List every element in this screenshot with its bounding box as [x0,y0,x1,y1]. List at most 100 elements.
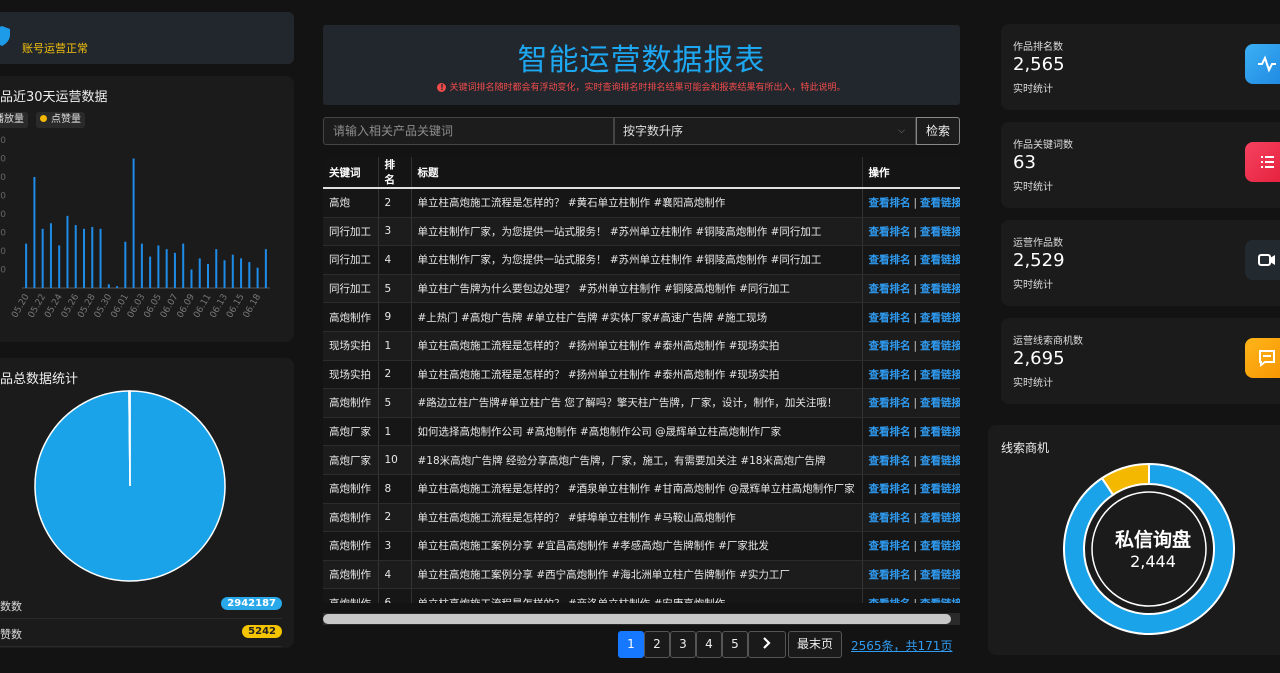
donut-center-title: 私信询盘 [1114,529,1191,551]
view-link-link[interactable]: 查看链接 [920,369,960,381]
view-ranking-link[interactable]: 查看排名 [869,569,911,581]
view-link-link[interactable]: 查看链接 [920,283,960,295]
search-button[interactable]: 检索 [916,117,960,145]
cell-title: 单立柱广告牌为什么要包边处理？ #苏州单立柱制作 #铜陵高炮制作 #同行加工 [411,274,863,304]
bar-plays[interactable] [256,267,259,288]
bar-plays[interactable] [132,158,135,289]
table-row: 高炮制作 3 单立柱高炮施工案例分享 #宜昌高炮制作 #孝感高炮广告牌制作 #厂家批… [323,531,960,561]
bar-plays[interactable] [231,254,234,288]
bar-plays[interactable] [66,215,69,288]
bar-plays[interactable] [248,262,251,288]
page-button-3[interactable]: 3 [670,631,696,658]
bar-plays[interactable] [124,241,127,288]
view-link-link[interactable]: 查看链接 [920,455,960,467]
view-link-link[interactable]: 查看链接 [920,312,960,324]
bar-plays[interactable] [182,243,185,288]
cell-title: 单立柱高炮施工流程是怎样的？ #扬州单立柱制作 #泰州高炮制作 #现场实拍 [411,360,863,390]
table-horizontal-scrollbar[interactable] [323,613,960,625]
table-row: 高炮制作 2 单立柱高炮施工流程是怎样的？ #蚌埠单立柱制作 #马鞍山高炮制作 查看排… [323,503,960,533]
view-ranking-link[interactable]: 查看排名 [869,483,911,495]
view-link-link[interactable]: 查看链接 [920,569,960,581]
view-ranking-link[interactable]: 查看排名 [869,369,911,381]
bar-plays[interactable] [157,245,160,288]
pagination-summary[interactable]: 2565条，共171页 [851,637,952,654]
bar-plays[interactable] [264,249,267,288]
cell-actions: 查看排名|查看链接 [862,531,960,561]
view-ranking-link[interactable]: 查看排名 [869,226,911,238]
bar-plays[interactable] [74,225,77,288]
bar-plays[interactable] [165,249,168,288]
bar-plays[interactable] [25,243,28,288]
pie-slice[interactable] [128,390,131,487]
y-tick-label: 000 [0,229,6,239]
view-link-link[interactable]: 查看链接 [920,540,960,552]
page-button-4[interactable]: 4 [696,631,722,658]
legend-item-plays[interactable]: 播放量 [0,112,28,128]
view-ranking-link[interactable]: 查看排名 [869,455,911,467]
summary-row-label: 数数 [0,600,22,613]
keyword-search-input[interactable] [323,117,614,145]
donut-slice[interactable] [1100,463,1150,497]
table-row: 高炮 2 单立柱高炮施工流程是怎样的？ #黄石单立柱制作 #襄阳高炮制作 查看排名 | 查… [323,188,960,218]
view-link-link[interactable]: 查看链接 [920,254,960,266]
bar-plays[interactable] [207,263,209,288]
bar-plays[interactable] [99,228,102,288]
bar-plays[interactable] [198,258,201,288]
next-page-button[interactable] [748,631,786,658]
cell-title: 单立柱高炮施工流程是怎样的？ #酒泉单立柱制作 #甘南高炮制作 @晟辉单立柱高炮… [411,474,863,504]
cell-actions: 查看排名|查看链接 [862,274,960,304]
view-ranking-link[interactable]: 查看排名 [869,598,911,603]
bar-plays[interactable] [116,286,119,288]
legend-item-likes[interactable]: 点赞量 [36,112,85,128]
sort-select[interactable]: 按字数升序 ⌵ [614,117,916,145]
view-link-link[interactable]: 查看链接 [920,483,960,495]
view-ranking-link[interactable]: 查看排名 [869,254,911,266]
view-link-link[interactable]: 查看链接 [920,397,960,409]
cell-rank: 6 [378,588,412,603]
bar-plays[interactable] [140,243,143,288]
view-link-link[interactable]: 查看链接 [920,340,960,352]
view-ranking-link[interactable]: 查看排名 [869,340,911,352]
column-header-keyword: 关键词 [323,157,379,189]
kpi-sub: 实时统计 [1013,378,1053,389]
view-link-link[interactable]: 查看链接 [920,598,960,603]
view-ranking-link[interactable]: 查看排名 [869,197,911,209]
view-ranking-link[interactable]: 查看排名 [869,397,911,409]
bar-plays[interactable] [173,252,176,288]
view-link-link[interactable]: 查看链接 [920,197,960,209]
bar-plays[interactable] [58,245,61,288]
legend-label: 点赞量 [51,114,81,125]
bar-plays[interactable] [83,228,85,288]
bar-plays[interactable] [240,258,243,288]
cell-rank: 4 [378,560,412,590]
y-tick-label: 000 [0,173,6,183]
view-ranking-link[interactable]: 查看排名 [869,312,911,324]
last-page-button[interactable]: 最末页 [788,631,842,658]
view-link-link[interactable]: 查看链接 [920,512,960,524]
view-link-link[interactable]: 查看链接 [920,226,960,238]
cell-keyword: 高炮厂家 [323,417,379,447]
cell-rank: 2 [378,503,412,533]
page-button-2[interactable]: 2 [644,631,670,658]
page-button-1[interactable]: 1 [618,631,644,658]
view-ranking-link[interactable]: 查看排名 [869,426,911,438]
table-row: 同行加工 5 单立柱广告牌为什么要包边处理？ #苏州单立柱制作 #铜陵高炮制作 #同… [323,274,960,304]
bar-plays[interactable] [49,223,52,288]
view-link-link[interactable]: 查看链接 [920,426,960,438]
bar-plays[interactable] [215,249,218,288]
leads-panel: 线索商机 私信询盘 2,444 [988,425,1280,655]
view-ranking-link[interactable]: 查看排名 [869,283,911,295]
bar-plays[interactable] [190,269,193,289]
bar-plays[interactable] [149,256,152,288]
view-ranking-link[interactable]: 查看排名 [869,540,911,552]
bar-plays[interactable] [223,260,226,288]
cell-actions: 查看排名|查看链接 [862,217,960,247]
bar-plays[interactable] [107,284,110,288]
cell-keyword: 现场实拍 [323,360,379,390]
bar-plays[interactable] [41,228,44,288]
page-button-5[interactable]: 5 [722,631,748,658]
view-ranking-link[interactable]: 查看排名 [869,512,911,524]
bar-plays[interactable] [33,177,36,288]
bar-plays[interactable] [91,226,94,288]
scrollbar-thumb[interactable] [323,614,951,624]
